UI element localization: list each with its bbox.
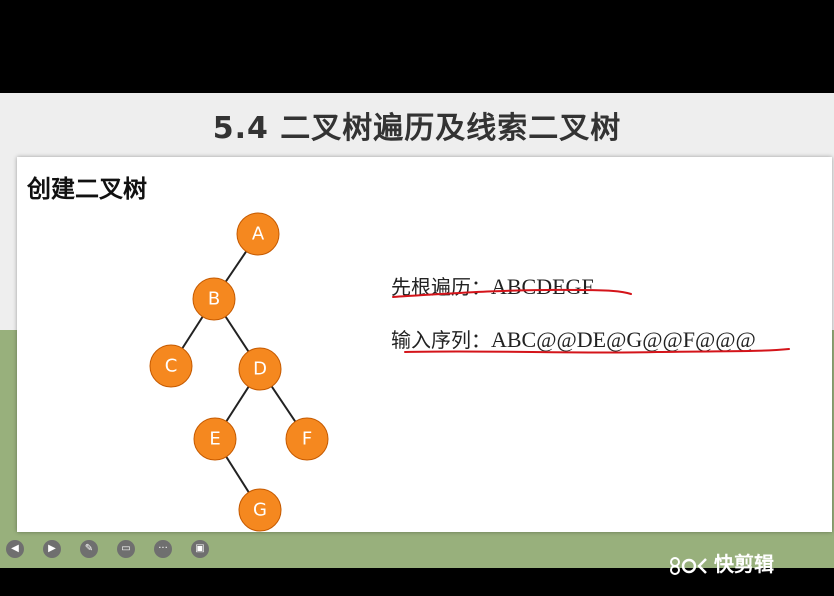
tree-node-label: E	[209, 429, 220, 450]
pen-tool-button[interactable]: ✎	[80, 540, 98, 558]
tree-node-label: B	[208, 289, 220, 310]
slide-title: 5.4 二叉树遍历及线索二叉树	[212, 111, 622, 146]
eraser-icon: ▭	[121, 543, 131, 554]
input-sequence-value: ABC@@DE@G@@F@@@	[491, 327, 756, 352]
screen-view-button[interactable]: ▣	[191, 540, 209, 558]
tree-node-c: C	[149, 344, 193, 388]
tree-node-label: A	[252, 224, 265, 245]
next-slide-button[interactable]: ▶	[43, 540, 61, 558]
screen-icon: ▣	[195, 543, 205, 554]
input-sequence-label: 输入序列：	[391, 328, 491, 352]
preorder-row: 先根遍历：ABCDEGF	[391, 271, 594, 300]
tree-node-label: G	[253, 500, 267, 521]
tree-node-label: C	[165, 356, 178, 377]
prev-slide-button[interactable]: ◀	[6, 540, 24, 558]
tree-node-b: B	[192, 277, 236, 321]
content-card: 创建二叉树 A B C D E F G 先根遍历：ABCDEGF 输入序列：AB…	[17, 157, 832, 532]
tree-node-a: A	[236, 212, 280, 256]
more-options-button[interactable]: ···	[154, 540, 172, 558]
tree-node-f: F	[285, 417, 329, 461]
tree-node-label: D	[253, 359, 267, 380]
tree-node-g: G	[238, 488, 282, 532]
tree-node-label: F	[302, 429, 312, 450]
tree-node-e: E	[193, 417, 237, 461]
input-sequence-row: 输入序列：ABC@@DE@G@@F@@@	[391, 324, 756, 353]
preorder-value: ABCDEGF	[491, 274, 594, 299]
pen-icon: ✎	[84, 543, 94, 554]
more-icon: ···	[158, 543, 168, 554]
watermark-text: 快剪辑	[714, 552, 774, 576]
kuaijianji-logo-icon	[670, 556, 707, 575]
tree-node-d: D	[238, 347, 282, 391]
eraser-tool-button[interactable]: ▭	[117, 540, 135, 558]
next-icon: ▶	[48, 543, 56, 554]
prev-icon: ◀	[11, 543, 19, 554]
kuaijianji-watermark: 快剪辑	[668, 548, 774, 576]
preorder-label: 先根遍历：	[391, 275, 491, 299]
